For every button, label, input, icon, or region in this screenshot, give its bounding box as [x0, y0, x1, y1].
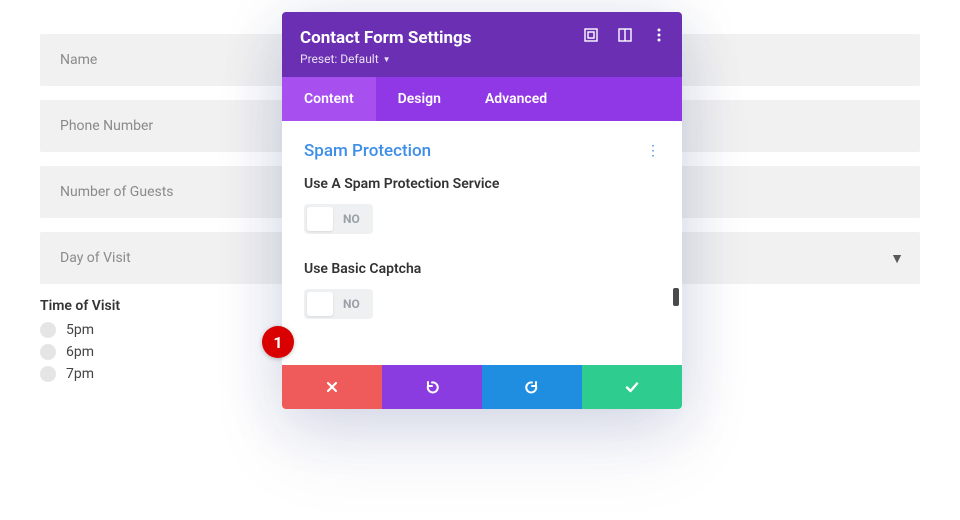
radio-icon: [40, 366, 56, 382]
cancel-button[interactable]: [282, 365, 382, 409]
more-icon[interactable]: [650, 26, 668, 44]
toggle-spam-service[interactable]: NO: [304, 204, 373, 234]
toggle-knob: [307, 292, 333, 316]
tab-content[interactable]: Content: [282, 77, 376, 121]
undo-icon: [424, 379, 440, 395]
close-icon: [325, 380, 339, 394]
option-basic-captcha-label: Use Basic Captcha: [304, 260, 524, 279]
toggle-value: NO: [333, 212, 370, 226]
annotation-badge-1: 1: [262, 326, 294, 358]
modal-footer: [282, 365, 682, 409]
settings-modal: Contact Form Settings Preset: Default ▼ …: [282, 12, 682, 409]
field-placeholder: Name: [60, 52, 97, 68]
chevron-down-icon: ▼: [890, 250, 904, 267]
field-placeholder: Phone Number: [60, 118, 153, 134]
chevron-down-icon: ▼: [383, 55, 391, 64]
modal-body: Spam Protection ⋮ Use A Spam Protection …: [282, 121, 682, 365]
section-options-icon[interactable]: ⋮: [646, 143, 660, 159]
annotation-number: 1: [273, 333, 282, 352]
check-icon: [624, 379, 640, 395]
radio-label: 5pm: [66, 322, 94, 338]
radio-icon: [40, 344, 56, 360]
modal-header: Contact Form Settings Preset: Default ▼: [282, 12, 682, 77]
radio-icon: [40, 322, 56, 338]
field-placeholder: Day of Visit: [60, 250, 131, 266]
save-button[interactable]: [582, 365, 682, 409]
redo-button[interactable]: [482, 365, 582, 409]
radio-label: 7pm: [66, 366, 94, 382]
tab-design[interactable]: Design: [376, 77, 463, 121]
tab-advanced[interactable]: Advanced: [463, 77, 569, 121]
option-spam-service-label: Use A Spam Protection Service: [304, 175, 524, 194]
modal-tabs: Content Design Advanced: [282, 77, 682, 121]
toggle-knob: [307, 207, 333, 231]
toggle-basic-captcha[interactable]: NO: [304, 289, 373, 319]
radio-label: 6pm: [66, 344, 94, 360]
panel-icon[interactable]: [616, 26, 634, 44]
toggle-value: NO: [333, 297, 370, 311]
scrollbar-thumb[interactable]: [673, 288, 679, 306]
expand-icon[interactable]: [582, 26, 600, 44]
undo-button[interactable]: [382, 365, 482, 409]
field-placeholder: Number of Guests: [60, 184, 174, 200]
redo-icon: [524, 379, 540, 395]
section-title: Spam Protection: [304, 141, 431, 161]
preset-selector[interactable]: Preset: Default ▼: [300, 52, 391, 66]
preset-label: Preset: Default: [300, 52, 379, 66]
